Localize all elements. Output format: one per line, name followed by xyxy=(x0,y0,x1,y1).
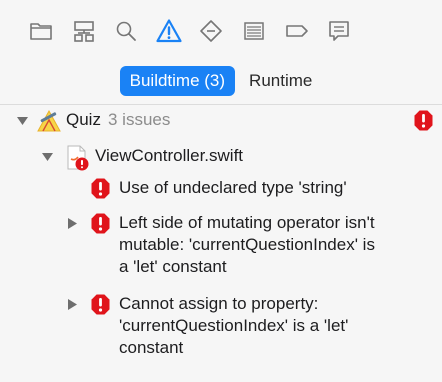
issue-message-line: Left side of mutating operator isn't xyxy=(119,213,375,232)
test-navigator-button[interactable] xyxy=(191,11,231,51)
segment-buildtime[interactable]: Buildtime (3) xyxy=(119,66,236,96)
swift-file-icon xyxy=(67,145,89,171)
error-icon xyxy=(414,110,433,131)
issue-message-line: constant xyxy=(119,338,184,357)
folder-icon xyxy=(30,23,52,40)
error-icon xyxy=(91,178,110,199)
issue-navigator-button[interactable] xyxy=(149,11,189,51)
symbol-navigator-button[interactable] xyxy=(64,11,104,51)
search-icon xyxy=(116,21,137,41)
issue-message-line: a 'let' constant xyxy=(119,257,227,276)
diamond-minus-icon xyxy=(200,20,223,42)
disclosure-open-icon[interactable] xyxy=(42,145,53,167)
issue-type-segmented-control: Buildtime (3) Runtime xyxy=(0,64,442,98)
issue-message: Left side of mutating operator isn't mut… xyxy=(119,212,375,278)
project-issue-count: 3 issues xyxy=(108,110,171,129)
project-navigator-button[interactable] xyxy=(21,11,61,51)
issue-navigator: Buildtime (3) Runtime Quiz 3 issues View… xyxy=(0,0,442,382)
speech-bubble-icon xyxy=(329,21,349,41)
navigator-toolbar xyxy=(0,0,442,62)
find-navigator-button[interactable] xyxy=(106,11,146,51)
breakpoint-tag-icon xyxy=(285,25,308,37)
error-icon xyxy=(91,294,110,315)
issue-message: Use of undeclared type 'string' xyxy=(119,178,347,197)
disclosure-open-icon[interactable] xyxy=(17,109,28,131)
hierarchy-icon xyxy=(73,21,94,42)
segment-runtime[interactable]: Runtime xyxy=(239,66,322,96)
xcode-hammer-icon xyxy=(37,109,61,132)
toolbar-divider xyxy=(0,104,442,105)
disclosure-closed-icon[interactable] xyxy=(67,212,78,234)
issue-message-line: 'currentQuestionIndex' is a 'let' xyxy=(119,316,349,335)
report-navigator-button[interactable] xyxy=(319,11,359,51)
project-name: Quiz xyxy=(66,110,101,129)
error-icon xyxy=(91,213,110,234)
breakpoint-navigator-button[interactable] xyxy=(277,11,317,51)
issue-message: Cannot assign to property: 'currentQuest… xyxy=(119,293,348,359)
gauge-lines-icon xyxy=(244,22,264,40)
file-name: ViewController.swift xyxy=(95,146,244,165)
warning-triangle-icon xyxy=(156,19,182,43)
disclosure-closed-icon[interactable] xyxy=(67,293,78,315)
issue-message-line: Cannot assign to property: xyxy=(119,294,319,313)
debug-navigator-button[interactable] xyxy=(234,11,274,51)
issue-message-line: mutable: 'currentQuestionIndex' is xyxy=(119,235,375,254)
